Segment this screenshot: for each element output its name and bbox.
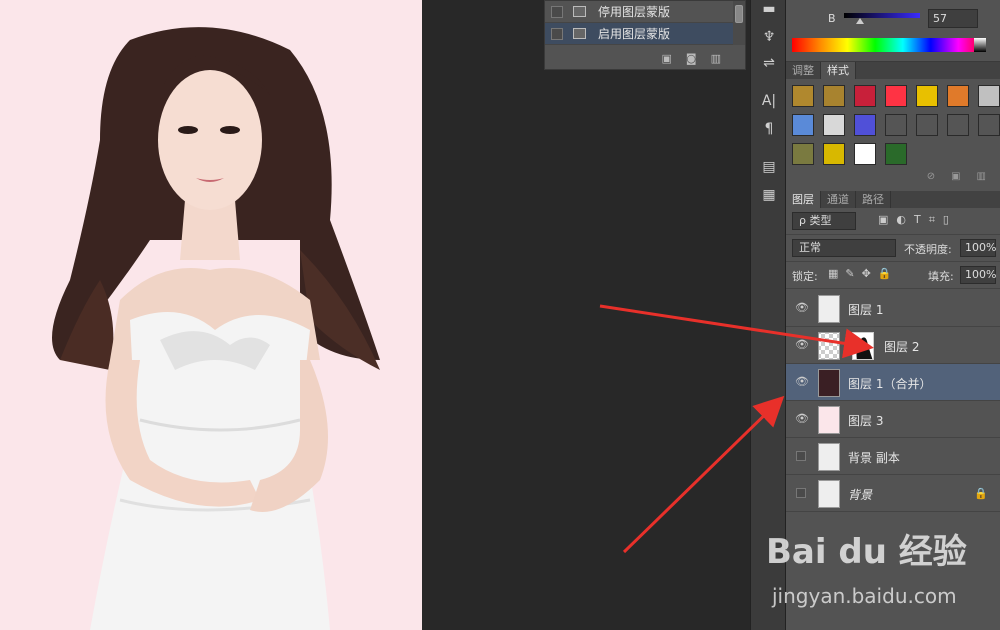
watermark-url: jingyan.baidu.com bbox=[772, 584, 957, 608]
baidu-logo: Bai du 经验 bbox=[766, 532, 967, 572]
arrow-to-merged-layer bbox=[622, 395, 785, 554]
arrow-to-mask bbox=[599, 304, 874, 359]
